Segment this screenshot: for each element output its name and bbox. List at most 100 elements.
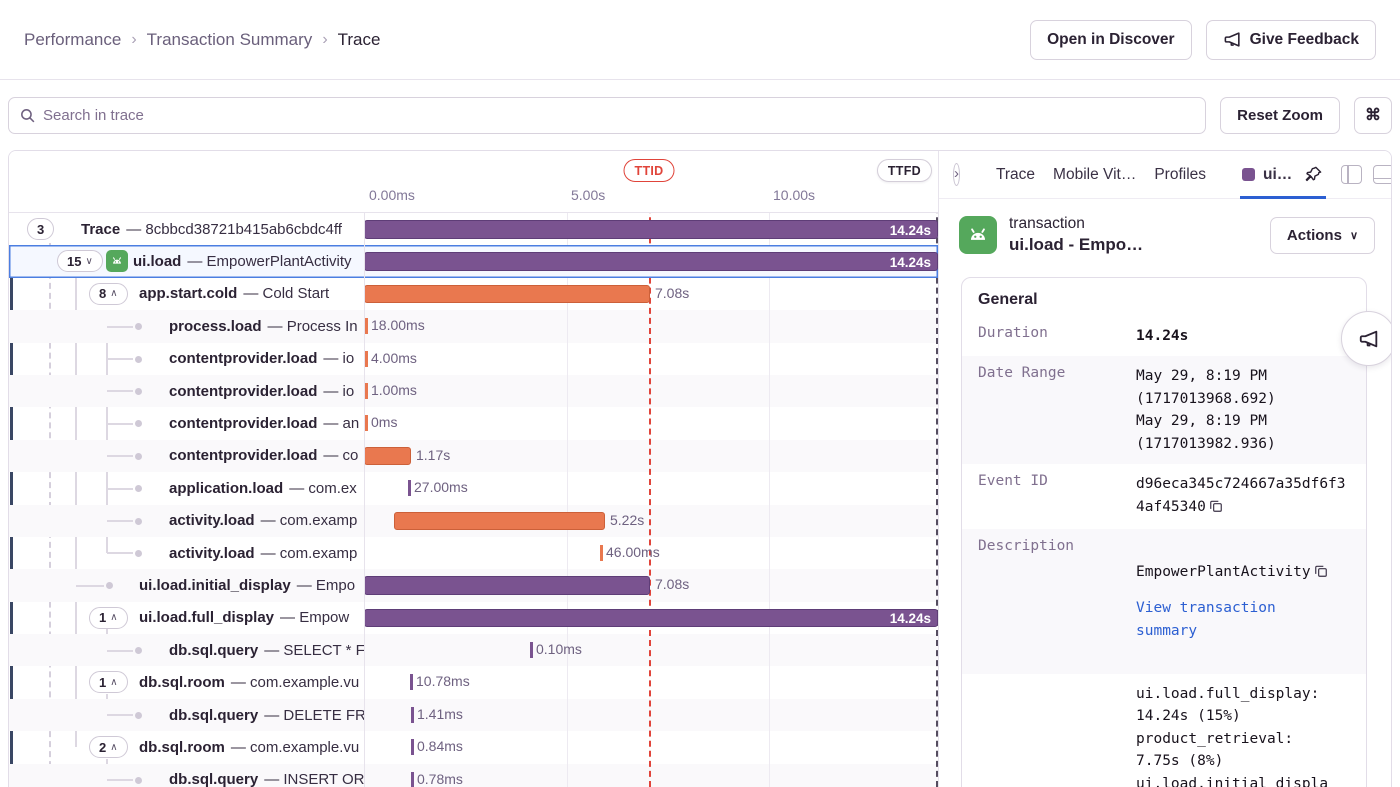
actions-label: Actions bbox=[1287, 227, 1342, 244]
span-bar[interactable] bbox=[364, 285, 650, 304]
trace-waterfall: TTID TTFD 0.00ms 5.00s 10.00s 3 Trace — … bbox=[9, 151, 938, 787]
actions-button[interactable]: Actions ∨ bbox=[1270, 217, 1375, 254]
copy-icon[interactable] bbox=[1209, 498, 1223, 520]
span-op: ui.load bbox=[133, 253, 181, 270]
span-row[interactable]: db.sql.query — INSERT OR 0.78ms bbox=[9, 764, 938, 787]
span-row[interactable]: application.load — com.ex 27.00ms bbox=[9, 472, 938, 504]
span-chart-cell[interactable]: 10.78ms bbox=[364, 666, 938, 698]
span-chart-cell[interactable]: 14.24s bbox=[364, 602, 938, 634]
tab-ui-load-active[interactable]: ui… bbox=[1242, 151, 1292, 199]
span-duration: 1.41ms bbox=[417, 706, 463, 722]
span-row[interactable]: process.load — Process In 18.00ms bbox=[9, 310, 938, 342]
span-row[interactable]: db.sql.query — SELECT * F 0.10ms bbox=[9, 634, 938, 666]
span-chart-cell[interactable]: 0.78ms bbox=[364, 764, 938, 787]
feedback-floating-button[interactable] bbox=[1341, 311, 1392, 366]
span-chart-cell[interactable]: 0.10ms bbox=[364, 634, 938, 666]
tree-chart-divider[interactable] bbox=[364, 151, 365, 787]
span-tree-cell: contentprovider.load — an bbox=[9, 407, 364, 439]
span-chart-cell[interactable]: 1.41ms bbox=[364, 699, 938, 731]
span-tick bbox=[410, 674, 413, 690]
collapse-panel-icon[interactable]: › bbox=[953, 163, 960, 186]
command-shortcut-button[interactable]: ⌘ bbox=[1354, 97, 1392, 134]
span-desc: — an bbox=[323, 415, 359, 432]
span-row[interactable]: activity.load — com.examp 5.22s bbox=[9, 505, 938, 537]
expand-collapse-pill[interactable]: 1∧ bbox=[89, 671, 128, 693]
span-bar[interactable]: 14.24s bbox=[364, 252, 938, 271]
tab-mobile-vitals[interactable]: Mobile Vit… bbox=[1053, 166, 1136, 184]
command-icon: ⌘ bbox=[1365, 105, 1381, 125]
span-row[interactable]: activity.load — com.examp 46.00ms bbox=[9, 537, 938, 569]
span-op: db.sql.query bbox=[169, 642, 258, 659]
breadcrumb-performance[interactable]: Performance bbox=[24, 30, 121, 50]
pin-icon[interactable] bbox=[1304, 165, 1323, 184]
span-op: activity.load bbox=[169, 512, 255, 529]
span-color-swatch bbox=[1242, 168, 1255, 181]
span-chart-cell[interactable]: 5.22s bbox=[364, 505, 938, 537]
span-tree-cell: contentprovider.load — io bbox=[9, 375, 364, 407]
span-duration: 5.22s bbox=[610, 512, 644, 528]
span-bar[interactable]: 14.24s bbox=[364, 220, 938, 239]
ttid-badge[interactable]: TTID bbox=[624, 159, 675, 182]
span-desc: — co bbox=[323, 447, 358, 464]
span-op: contentprovider.load bbox=[169, 415, 317, 432]
span-chart-cell[interactable]: 18.00ms bbox=[364, 310, 938, 342]
date-range-value: May 29, 8:19 PM (1717013968.692) May 29,… bbox=[1136, 365, 1350, 455]
tab-profiles[interactable]: Profiles bbox=[1154, 166, 1206, 184]
tree-connector bbox=[107, 520, 133, 522]
span-chart-cell[interactable]: 0.84ms bbox=[364, 731, 938, 763]
tree-dot bbox=[135, 356, 142, 363]
span-chart-cell[interactable]: 4.00ms bbox=[364, 343, 938, 375]
open-in-discover-button[interactable]: Open in Discover bbox=[1030, 20, 1191, 60]
breadcrumb-transaction-summary[interactable]: Transaction Summary bbox=[147, 30, 313, 50]
expand-collapse-pill[interactable]: 1∧ bbox=[89, 607, 128, 629]
tab-trace[interactable]: Trace bbox=[996, 166, 1035, 184]
event-id-value: d96eca345c724667a35df6f34af45340 bbox=[1136, 473, 1350, 520]
transaction-name: ui.load - Empo… bbox=[1009, 235, 1143, 255]
span-row[interactable]: contentprovider.load — an 0ms bbox=[9, 407, 938, 439]
span-bar[interactable]: 14.24s bbox=[364, 609, 938, 628]
span-bar[interactable] bbox=[364, 447, 411, 466]
span-chart-cell[interactable]: 1.00ms bbox=[364, 375, 938, 407]
give-feedback-button[interactable]: Give Feedback bbox=[1206, 20, 1376, 60]
expand-collapse-pill[interactable]: 8∧ bbox=[89, 283, 128, 305]
span-chart-cell[interactable]: 0ms bbox=[364, 407, 938, 439]
span-row[interactable]: 2∧ db.sql.room — com.example.vu 0.84ms bbox=[9, 731, 938, 763]
expand-collapse-pill[interactable]: 2∧ bbox=[89, 736, 128, 758]
span-row[interactable]: contentprovider.load — co 1.17s bbox=[9, 440, 938, 472]
child-count-pill[interactable]: 3 bbox=[27, 218, 54, 240]
layout-left-panel-icon[interactable] bbox=[1341, 165, 1362, 184]
span-duration: 0ms bbox=[371, 414, 397, 430]
span-bar[interactable] bbox=[394, 512, 605, 531]
span-row[interactable]: 1∧ db.sql.room — com.example.vu 10.78ms bbox=[9, 666, 938, 698]
span-row[interactable]: 8∧ app.start.cold — Cold Start 7.08s bbox=[9, 278, 938, 310]
copy-icon[interactable] bbox=[1314, 563, 1328, 585]
span-row[interactable]: db.sql.query — DELETE FR 1.41ms bbox=[9, 699, 938, 731]
span-chart-cell[interactable]: 7.08s bbox=[364, 278, 938, 310]
span-chart-cell[interactable]: 27.00ms bbox=[364, 472, 938, 504]
span-row[interactable]: ui.load.initial_display — Empo 7.08s bbox=[9, 569, 938, 601]
span-desc: — com.examp bbox=[261, 512, 358, 529]
layout-bottom-panel-icon[interactable] bbox=[1373, 165, 1392, 184]
span-row[interactable]: contentprovider.load — io 1.00ms bbox=[9, 375, 938, 407]
span-chart-cell[interactable]: 7.08s bbox=[364, 569, 938, 601]
span-bar[interactable] bbox=[364, 576, 650, 595]
span-row[interactable]: contentprovider.load — io 4.00ms bbox=[9, 343, 938, 375]
span-tick bbox=[411, 739, 414, 755]
transaction-header: transaction ui.load - Empo… Actions ∨ bbox=[939, 199, 1391, 269]
reset-zoom-button[interactable]: Reset Zoom bbox=[1220, 97, 1340, 134]
span-chart-cell[interactable]: 46.00ms bbox=[364, 537, 938, 569]
expand-collapse-pill[interactable]: 15∨ bbox=[57, 250, 103, 272]
ttfd-badge[interactable]: TTFD bbox=[877, 159, 932, 182]
tree-dot bbox=[135, 453, 142, 460]
span-chart-cell[interactable]: 14.24s bbox=[364, 245, 938, 277]
search-input[interactable] bbox=[8, 97, 1206, 134]
selected-span-row[interactable]: 15∨ ui.load — EmpowerPlantActivity 14.24… bbox=[9, 245, 938, 277]
span-chart-cell[interactable]: 14.24s bbox=[364, 213, 938, 245]
span-tick bbox=[530, 642, 533, 658]
span-row[interactable]: 1∧ ui.load.full_display — Empow 14.24s bbox=[9, 602, 938, 634]
tree-connector bbox=[76, 585, 104, 587]
view-transaction-summary-link[interactable]: View transaction summary bbox=[1136, 597, 1350, 642]
span-chart-cell[interactable]: 1.17s bbox=[364, 440, 938, 472]
trace-root-row[interactable]: 3 Trace — 8cbbcd38721b415ab6cbdc4ff 14.2… bbox=[9, 213, 938, 245]
span-tree-cell: 2∧ db.sql.room — com.example.vu bbox=[9, 731, 364, 763]
